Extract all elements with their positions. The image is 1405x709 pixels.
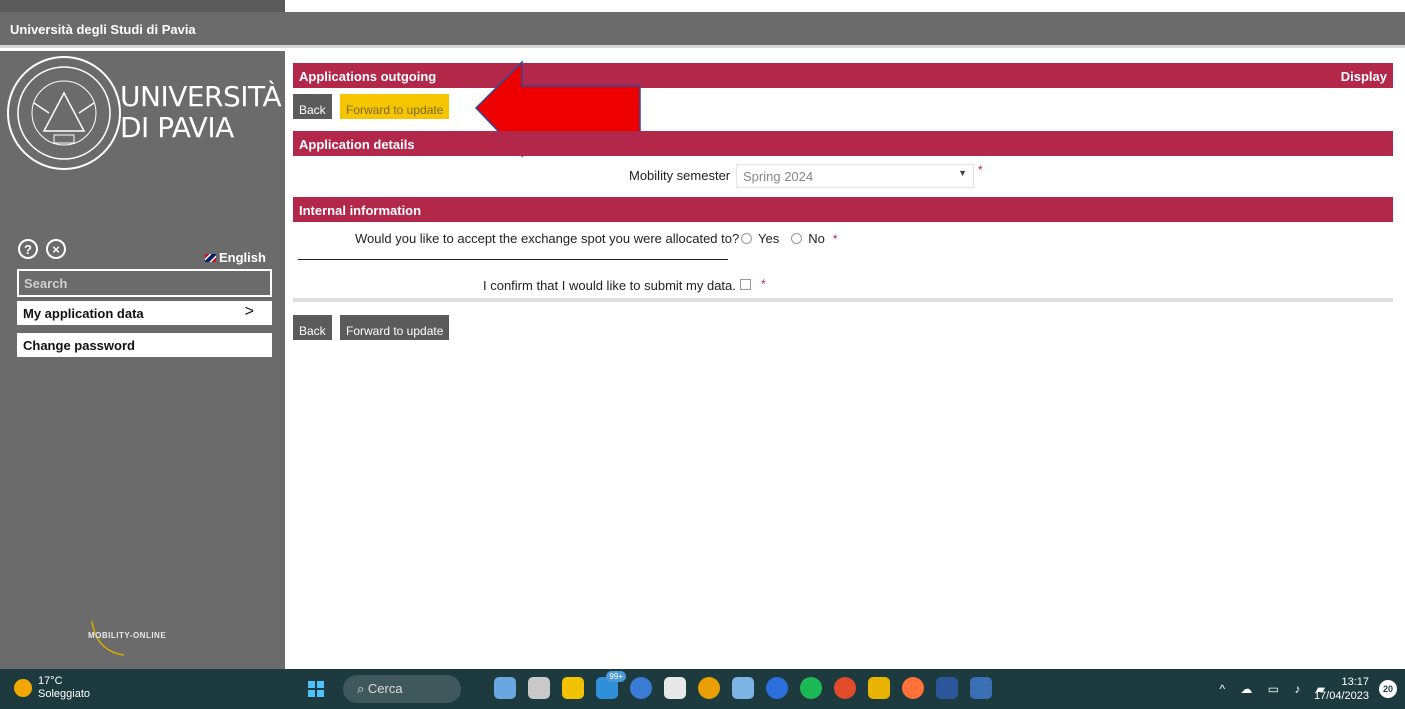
- forward-to-update-button-top[interactable]: Forward to update: [340, 94, 450, 119]
- word-icon[interactable]: [936, 677, 958, 699]
- logo-line-1: UNIVERSITÀ: [120, 80, 282, 113]
- copilot-icon[interactable]: [630, 677, 652, 699]
- taskbar-search[interactable]: ⌕ Cerca: [343, 675, 461, 703]
- back-button-top[interactable]: Back: [293, 94, 332, 119]
- mobility-semester-select[interactable]: Spring 2024 ▼: [736, 164, 974, 188]
- language-selector[interactable]: English: [205, 250, 266, 265]
- top-strip: [0, 0, 285, 12]
- file-explorer-icon[interactable]: [562, 677, 584, 699]
- section-applications-outgoing: Applications outgoing Display: [293, 63, 1393, 88]
- university-logo-text: UNIVERSITÀ DI PAVIA: [120, 80, 282, 144]
- radio-no[interactable]: [791, 233, 803, 244]
- search-input[interactable]: Search: [17, 269, 272, 297]
- sidebar-item-change-password[interactable]: Change password: [17, 333, 272, 357]
- app-icon[interactable]: [766, 677, 788, 699]
- mail-icon[interactable]: 99+: [596, 671, 626, 699]
- windows-taskbar: 17°C Soleggiato ⌕ Cerca 99+ ^ ☁ ▭ ♪ ▰ 13…: [0, 669, 1405, 709]
- sun-icon: [14, 679, 32, 697]
- bank-icon[interactable]: [970, 677, 992, 699]
- radio-yes[interactable]: [741, 233, 752, 244]
- required-marker: *: [978, 163, 983, 177]
- taskbar-search-label: Cerca: [367, 681, 403, 696]
- temperature: 17°C: [38, 675, 63, 687]
- mobility-online-logo: MOBILITY-ONLINE: [84, 611, 204, 661]
- lock-app-icon[interactable]: [868, 677, 890, 699]
- store-icon[interactable]: [664, 677, 686, 699]
- section-title: Application details: [299, 137, 415, 152]
- notification-badge[interactable]: 20: [1379, 680, 1397, 698]
- sidebar-item-label: My application data: [23, 306, 144, 321]
- back-button-bottom[interactable]: Back: [293, 315, 332, 340]
- required-marker: *: [832, 231, 838, 246]
- field-divider: [298, 259, 728, 260]
- calendar-icon[interactable]: [732, 677, 754, 699]
- sidebar: UNIVERSITÀ DI PAVIA ? × English Search M…: [0, 51, 285, 669]
- sidebar-icon-row: ? ×: [18, 239, 66, 259]
- app-title: Università degli Studi di Pavia: [10, 22, 196, 37]
- spotify-icon[interactable]: [800, 677, 822, 699]
- university-seal-icon: [7, 56, 121, 170]
- chevron-right-icon: >: [244, 303, 254, 320]
- help-icon[interactable]: ?: [18, 239, 38, 259]
- logout-icon[interactable]: ×: [46, 239, 66, 259]
- required-marker: *: [761, 277, 766, 291]
- mobility-semester-value: Spring 2024: [743, 169, 814, 184]
- sidebar-item-label: Change password: [23, 338, 135, 353]
- firefox-icon[interactable]: [902, 677, 924, 699]
- app-header: Università degli Studi di Pavia: [0, 12, 1405, 48]
- windows-start-icon[interactable]: [308, 681, 324, 697]
- chrome-profile-icon[interactable]: [834, 677, 856, 699]
- clock[interactable]: 13:17 17/04/2023: [1314, 675, 1369, 703]
- chrome-icon[interactable]: [698, 677, 720, 699]
- section-internal-information: Internal information: [293, 197, 1393, 222]
- sidebar-item-my-application-data[interactable]: My application data >: [17, 301, 272, 325]
- mobility-online-text: MOBILITY-ONLINE: [88, 631, 167, 640]
- dropdown-arrow-icon: ▼: [958, 168, 967, 178]
- radio-no-label: No: [808, 231, 825, 246]
- forward-to-update-button-bottom[interactable]: Forward to update: [340, 315, 450, 340]
- time: 13:17: [1341, 676, 1369, 688]
- weather-description: Soleggiato: [38, 688, 90, 700]
- section-title: Applications outgoing: [299, 69, 437, 84]
- mobility-semester-label: Mobility semester: [629, 168, 731, 183]
- date: 17/04/2023: [1313, 690, 1369, 702]
- confirm-submit-label: I confirm that I would like to submit my…: [483, 278, 736, 293]
- taskbar-apps: 99+: [494, 671, 992, 699]
- accept-exchange-question: Would you like to accept the exchange sp…: [355, 231, 740, 246]
- accept-exchange-radio-group: Yes No *: [741, 231, 838, 246]
- language-label: English: [219, 250, 266, 265]
- uk-flag-icon: [205, 254, 216, 262]
- widgets-icon[interactable]: [494, 677, 516, 699]
- confirm-submit-checkbox[interactable]: [740, 279, 751, 290]
- logo-line-2: DI PAVIA: [120, 111, 234, 144]
- weather-widget[interactable]: 17°C Soleggiato: [14, 675, 90, 701]
- section-title: Internal information: [299, 203, 422, 218]
- mail-badge: 99+: [606, 671, 626, 682]
- task-view-icon[interactable]: [528, 677, 550, 699]
- section-application-details: Application details: [293, 131, 1393, 156]
- mode-label: Display: [1340, 69, 1387, 84]
- form-separator: [293, 298, 1393, 302]
- radio-yes-label: Yes: [758, 231, 780, 246]
